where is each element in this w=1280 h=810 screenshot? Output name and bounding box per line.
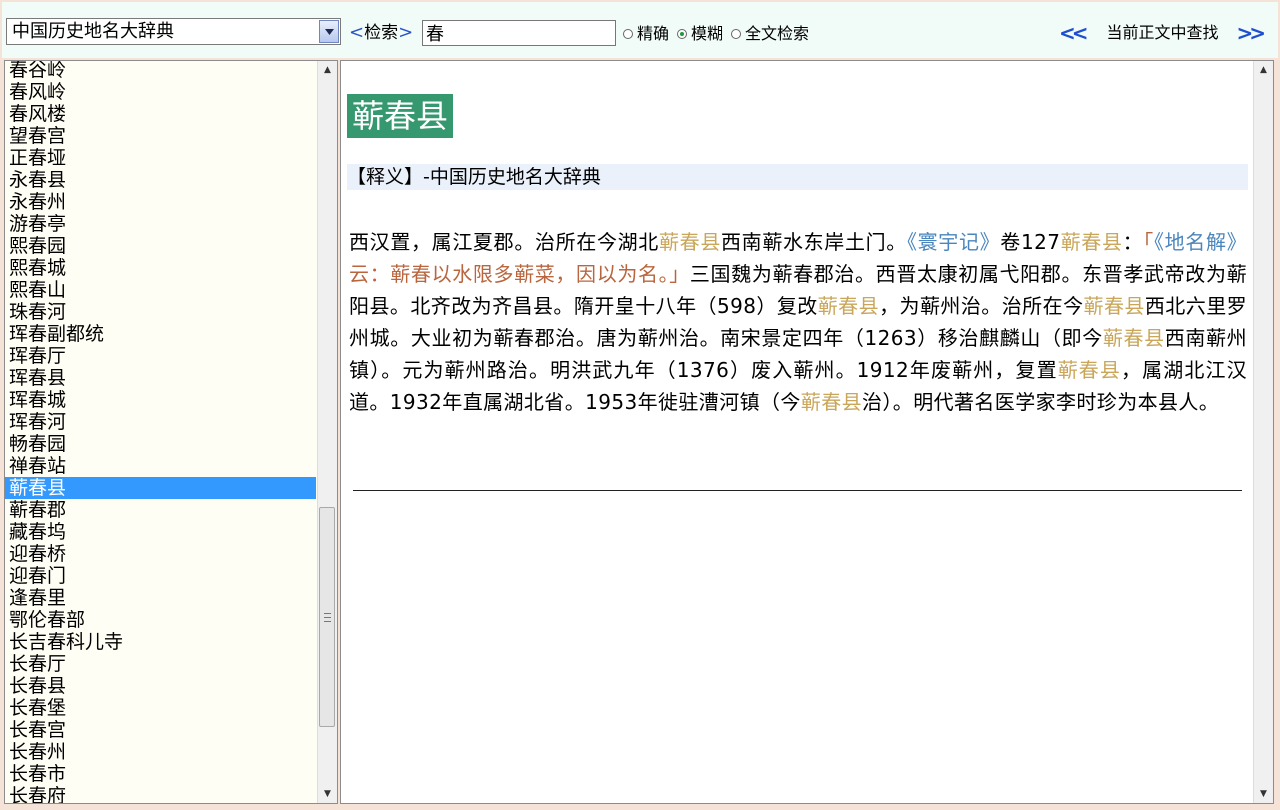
list-item[interactable]: 蕲春郡 [5,499,316,521]
list-item[interactable]: 熙春城 [5,257,316,279]
headword-list: 春谷岭 春风岭 春风楼 望春宫 正春垭 永春县 永春州 游春亭 熙春园 熙春城 熙春山 珠春河 珲春副都… [5,61,316,803]
scroll-up-icon[interactable]: ▲ [1254,61,1273,79]
grip-icon [323,612,331,622]
list-item[interactable]: 春谷岭 [5,61,316,81]
search-mode-label: 精确 [637,24,670,43]
list-item[interactable]: 长春府 [5,785,316,803]
list-item[interactable]: 长春州 [5,741,316,763]
scroll-up-icon[interactable]: ▲ [318,61,337,79]
list-item[interactable]: 长吉春科儿寺 [5,631,316,653]
entry-text: ： [1122,230,1144,254]
entry-title: 蕲春县 [347,94,454,138]
radio-icon[interactable] [731,29,742,39]
radio-icon[interactable] [677,29,688,39]
search-mode-label: 全文检索 [745,24,810,43]
list-item[interactable]: 珲春县 [5,367,316,389]
list-item[interactable]: 熙春山 [5,279,316,301]
search-label: <检索> [349,22,414,43]
headword-highlight: 蕲春县 [1060,230,1123,254]
find-in-text-nav: << 当前正文中查找 >> [1055,22,1266,44]
list-item[interactable]: 珲春厅 [5,345,316,367]
headword-list-pane: 春谷岭 春风岭 春风楼 望春宫 正春垭 永春县 永春州 游春亭 熙春园 熙春城 熙春山 珠春河 珲春副都… [4,60,338,804]
entry-content-pane: 蕲春县 【释义】-中国历史地名大辞典 西汉置，属江夏郡。治所在今湖北蕲春县西南蕲… [340,60,1274,804]
list-item[interactable]: 永春州 [5,191,316,213]
list-item[interactable]: 望春宫 [5,125,316,147]
headword-highlight: 蕲春县 [800,390,862,414]
list-item[interactable]: 迎春门 [5,565,316,587]
list-item[interactable]: 珲春河 [5,411,316,433]
entry-body: 西汉置，属江夏郡。治所在今湖北蕲春县西南蕲水东岸土门。《寰宇记》卷127蕲春县：… [349,226,1247,418]
headword-highlight: 蕲春县 [1057,358,1122,382]
list-item[interactable]: 蕲春县 [5,477,316,499]
list-item[interactable]: 正春垭 [5,147,316,169]
divider [353,490,1242,491]
headword-highlight: 蕲春县 [658,230,721,254]
list-item[interactable]: 春风楼 [5,103,316,125]
radio-icon[interactable] [623,29,633,39]
search-mode-option[interactable]: 精确 [623,23,669,45]
list-item[interactable]: 珲春副都统 [5,323,316,345]
search-mode-label: 模糊 [691,24,724,43]
scroll-down-icon[interactable]: ▼ [318,785,337,803]
dictionary-select[interactable]: 中国历史地名大辞典 [6,18,341,45]
list-item[interactable]: 熙春园 [5,235,316,257]
list-item[interactable]: 长春堡 [5,697,316,719]
headword-highlight: 蕲春县 [1083,294,1145,318]
dropdown-arrow-icon[interactable] [319,20,339,43]
headword-highlight: 蕲春县 [1102,326,1165,350]
content-scrollbar[interactable]: ▲ ▼ [1253,61,1273,803]
book-title: 《地名解》 [1153,230,1248,254]
list-item[interactable]: 长春厅 [5,653,316,675]
search-mode-option[interactable]: 模糊 [677,23,723,45]
scroll-down-icon[interactable]: ▼ [1254,785,1273,803]
dictionary-select-value: 中国历史地名大辞典 [12,21,174,42]
list-item[interactable]: 珠春河 [5,301,316,323]
toolbar: 中国历史地名大辞典 <检索> 精确 模糊 全文检索 << 当前正文中查找 >> [2,2,1278,58]
entry-text: 治）。明代著名医学家李时珍为本县人。 [862,390,1220,414]
list-item[interactable]: 逢春里 [5,587,316,609]
list-item[interactable]: 长春宫 [5,719,316,741]
list-item[interactable]: 畅春园 [5,433,316,455]
list-item[interactable]: 游春亭 [5,213,316,235]
entry-text: 西汉置，属江夏郡。治所在今湖北 [349,230,659,254]
list-item[interactable]: 藏春坞 [5,521,316,543]
entry-text: 卷127 [1000,230,1061,254]
list-scrollbar[interactable]: ▲ ▼ [317,61,337,803]
list-item[interactable]: 禅春站 [5,455,316,477]
find-previous-button[interactable]: << [1055,22,1089,44]
entry-text: ，为蕲州治。治所在今 [879,294,1084,318]
list-item[interactable]: 长春市 [5,763,316,785]
list-item[interactable]: 长春县 [5,675,316,697]
entry-source: 【释义】-中国历史地名大辞典 [347,164,1248,190]
search-mode-option[interactable]: 全文检索 [731,23,809,45]
list-item[interactable]: 永春县 [5,169,316,191]
list-item[interactable]: 珲春城 [5,389,316,411]
headword-highlight: 蕲春县 [817,294,880,318]
list-item[interactable]: 迎春桥 [5,543,316,565]
quotation: 「 [1143,230,1154,254]
search-mode-group: 精确 模糊 全文检索 [623,23,817,45]
find-next-button[interactable]: >> [1232,22,1266,44]
scrollbar-thumb[interactable] [319,507,335,727]
entry-text: 西南蕲水东岸土门。 [720,230,907,254]
search-input[interactable] [422,20,616,46]
quotation: 云：蕲春以水限多蕲菜，因以为名。」 [349,262,690,286]
list-item[interactable]: 春风岭 [5,81,316,103]
book-title: 《寰宇记》 [906,230,1001,254]
list-item[interactable]: 鄂伦春部 [5,609,316,631]
find-in-text-label: 当前正文中查找 [1106,23,1219,42]
